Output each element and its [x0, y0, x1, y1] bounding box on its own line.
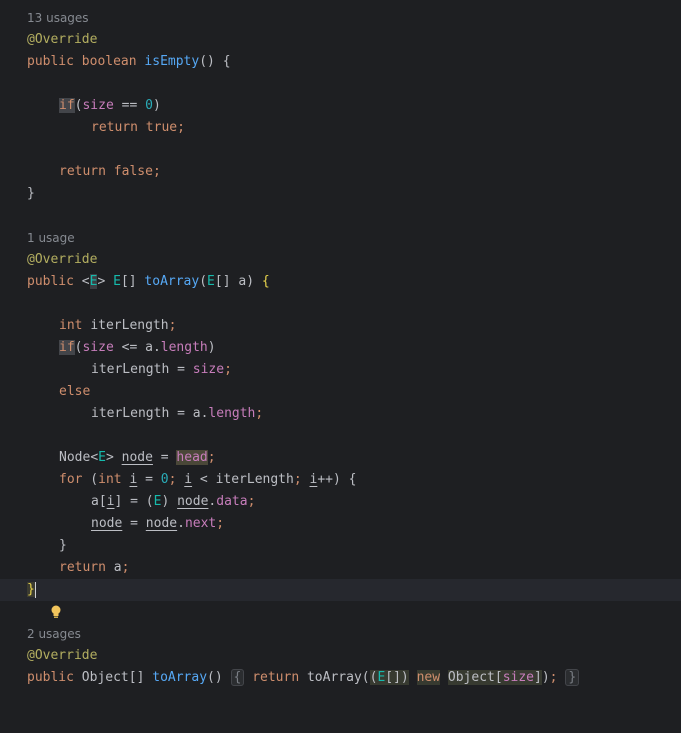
code-line: @Override [0, 249, 681, 271]
code-line: iterLength = size; [91, 362, 232, 377]
method-name[interactable]: toArray [152, 670, 207, 685]
code-line: if(size == 0) [59, 98, 161, 113]
method-name[interactable]: isEmpty [144, 54, 199, 69]
code-line: public boolean isEmpty() { [0, 51, 681, 73]
keyword: return [91, 120, 138, 135]
caret [34, 581, 36, 598]
code-line: for (int i = 0; i < iterLength; i++) { [59, 472, 357, 487]
keyword: public [27, 54, 74, 69]
brace-match: { [261, 274, 270, 289]
code-editor[interactable]: 13 usages @Override public boolean isEmp… [0, 0, 681, 726]
code-line: 13 usages [0, 7, 681, 29]
keyword: false [113, 164, 153, 179]
code-line: } [59, 538, 67, 553]
keyword: public [27, 274, 74, 289]
current-line[interactable]: } [0, 579, 681, 618]
code-line: public Object[] toArray() { return toArr… [0, 667, 681, 689]
usages-hint[interactable]: 1 usage [27, 227, 75, 249]
field[interactable]: size [82, 98, 113, 113]
code-line: @Override [0, 29, 681, 51]
usages-hint[interactable]: 13 usages [27, 7, 89, 29]
code-line: @Override [27, 648, 98, 663]
code-line: } [27, 186, 35, 201]
code-line: if(size <= a.length) [59, 340, 216, 355]
code-line: public <E> E[] toArray(E[] a) { [27, 274, 270, 289]
code-line: Node<E> node = head; [59, 450, 216, 465]
code-line: node = node.next; [91, 516, 225, 531]
lightbulb-icon[interactable] [2, 582, 61, 618]
folded-region[interactable]: { [230, 669, 245, 686]
annotation: @Override [27, 32, 98, 47]
field[interactable]: head [176, 450, 208, 465]
usages-hint[interactable]: 2 usages [27, 623, 81, 645]
method-name[interactable]: toArray [144, 274, 199, 289]
code-line: return a; [59, 560, 130, 575]
punct: () { [199, 54, 231, 69]
code-line: return true; [91, 120, 185, 135]
matched-brace: } [27, 582, 35, 597]
keyword: int [59, 318, 83, 333]
keyword: true [145, 120, 178, 135]
code-line: 2 usages [0, 623, 681, 645]
folded-region[interactable]: } [565, 669, 580, 686]
code-line: a[i] = (E) node.data; [91, 494, 256, 509]
number: 0 [145, 98, 153, 113]
keyword: if [59, 340, 75, 355]
local-variable[interactable]: node [122, 450, 153, 465]
code-line: int iterLength; [59, 318, 177, 333]
code-line: 1 usage [0, 227, 681, 249]
code-line: else [0, 381, 681, 403]
keyword: boolean [81, 54, 137, 69]
keyword: else [59, 384, 91, 399]
code-line: iterLength = a.length; [91, 406, 264, 421]
keyword: if [59, 98, 75, 113]
code-line: return false; [59, 164, 161, 179]
annotation: @Override [27, 252, 98, 267]
keyword: return [59, 164, 106, 179]
